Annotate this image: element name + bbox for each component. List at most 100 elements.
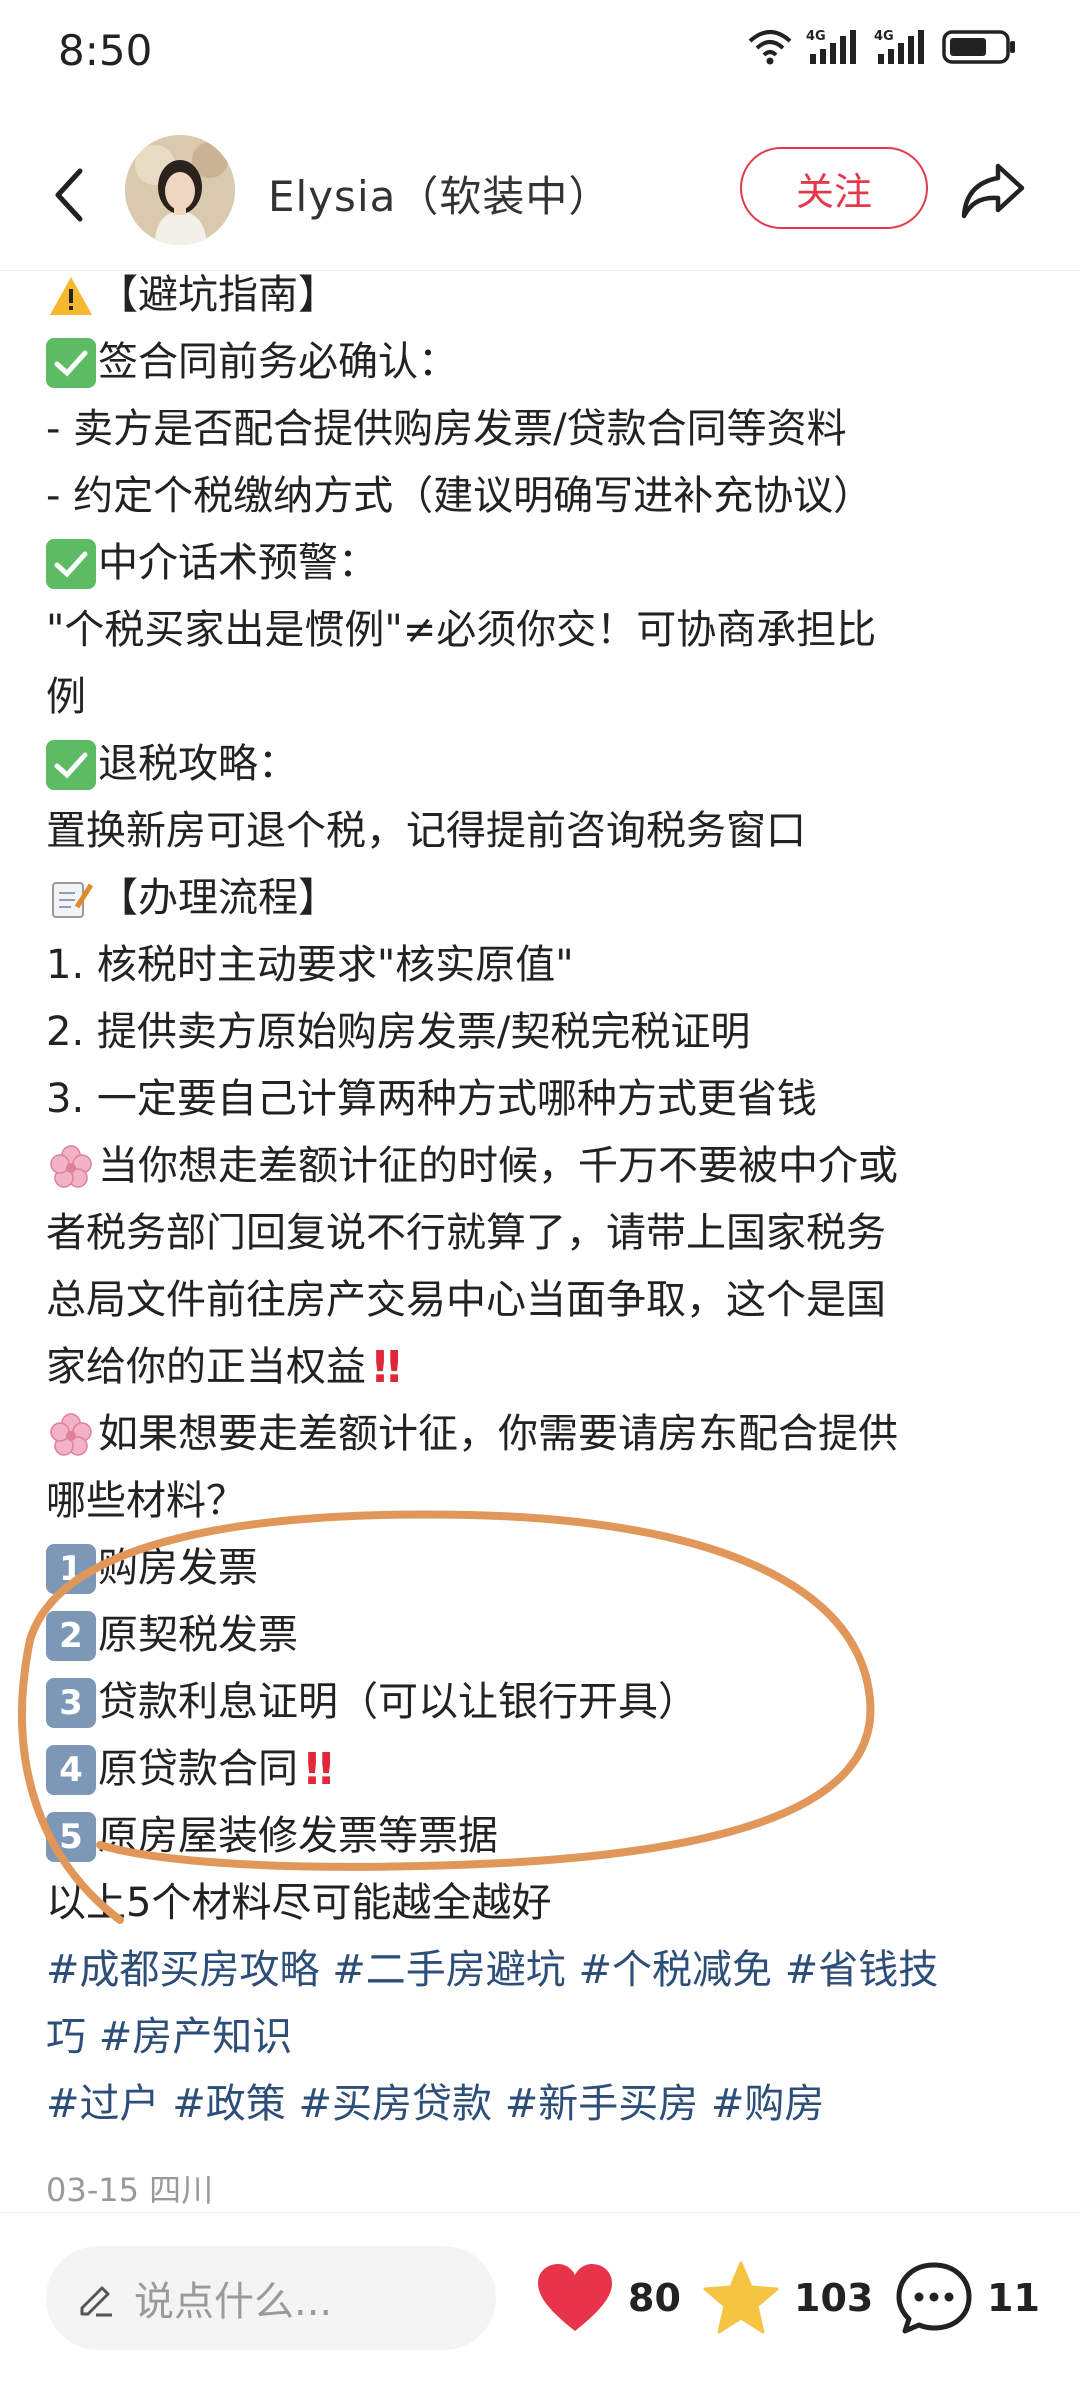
back-button[interactable] (40, 155, 100, 235)
comment-bubble-icon (896, 2262, 972, 2334)
keycap-two-icon: 2 (46, 1610, 96, 1661)
content-line-text: 总局文件前往房产交易中心当面争取，这个是国 (46, 1277, 886, 1323)
content-line-text: 3. 一定要自己计算两种方式哪种方式更省钱 (46, 1076, 817, 1122)
list-item-text: 购房发票 (98, 1545, 258, 1591)
content-line-text: 如果想要走差额计征，你需要请房东配合提供 (98, 1411, 898, 1457)
content-line: 当你想走差额计征的时候，千万不要被中介或 (46, 1133, 1046, 1200)
list-item: 1 购房发票 (46, 1535, 1046, 1602)
like-count: 80 (628, 2276, 681, 2320)
keycap-four-icon: 4 (46, 1744, 96, 1795)
content-line-text: 例 (46, 674, 86, 720)
content-line: 置换新房可退个税，记得提前咨询税务窗口 (46, 798, 1046, 865)
status-icons: 4G 4G (748, 28, 1018, 66)
note-detail-screen: 8:50 4G 4G Elysia（软装中） 关注 【避坑指南】 签合同前务必确… (0, 0, 1080, 2382)
content-line-text: - 约定个税缴纳方式（建议明确写进补充协议） (46, 473, 874, 519)
comment-input[interactable]: 说点什么... (46, 2246, 496, 2350)
signal-label: 4G (874, 29, 894, 44)
list-item-text: 原贷款合同 (98, 1746, 298, 1792)
double-exclamation-icon: !! (302, 1744, 336, 1795)
like-button[interactable]: 80 (536, 2256, 681, 2340)
content-line: 中介话术预警： (46, 530, 1046, 597)
chevron-left-icon (55, 168, 83, 222)
content-line: 哪些材料？ (46, 1468, 1046, 1535)
content-line: 1. 核税时主动要求"核实原值" (46, 932, 1046, 999)
content-line-text: 当你想走差额计征的时候，千万不要被中介或 (98, 1143, 898, 1189)
author-name[interactable]: Elysia（软装中） (268, 163, 611, 224)
content-line-text: 1. 核税时主动要求"核实原值" (46, 942, 574, 988)
avatar-image (125, 135, 235, 245)
hashtag-line[interactable]: #过户 #政策 #买房贷款 #新手买房 #购房 (46, 2071, 1046, 2138)
status-bar: 8:50 4G 4G (0, 0, 1080, 105)
list-item-text: 原房屋装修发票等票据 (98, 1813, 498, 1859)
content-line-text: - 卖方是否配合提供购房发票/贷款合同等资料 (46, 406, 847, 452)
content-line: 总局文件前往房产交易中心当面争取，这个是国 (46, 1267, 1046, 1334)
memo-icon (46, 874, 96, 924)
content-line: - 卖方是否配合提供购房发票/贷款合同等资料 (46, 396, 1046, 463)
double-exclamation-icon: !! (370, 1342, 404, 1393)
cherry-blossom-icon (46, 1410, 96, 1460)
pencil-icon (80, 2286, 112, 2317)
wifi-icon (748, 30, 792, 65)
battery-icon (942, 30, 1015, 64)
content-line: 签合同前务必确认： (46, 329, 1046, 396)
content-line-text: 家给你的正当权益 (46, 1344, 366, 1390)
bottom-divider (0, 2212, 1080, 2213)
avatar[interactable] (125, 135, 235, 245)
content-line-text: 退税攻略： (98, 741, 298, 787)
content-line: 3. 一定要自己计算两种方式哪种方式更省钱 (46, 1066, 1046, 1133)
hashtag-text[interactable]: #成都买房攻略 #二手房避坑 #个税减免 #省钱技 (46, 1937, 938, 2004)
favorite-button[interactable]: 103 (702, 2256, 873, 2340)
hashtag-line[interactable]: 巧 #房产知识 (46, 2004, 1046, 2071)
hashtag-line[interactable]: #成都买房攻略 #二手房避坑 #个税减免 #省钱技 (46, 1937, 1046, 2004)
content-line-text: 哪些材料？ (46, 1478, 246, 1524)
comment-count: 11 (987, 2276, 1040, 2320)
hashtag-text[interactable]: #过户 #政策 #买房贷款 #新手买房 #购房 (46, 2071, 824, 2138)
keycap-three-icon: 3 (46, 1677, 96, 1728)
content-line-text: 【避坑指南】 (98, 272, 338, 318)
note-header: Elysia（软装中） 关注 (0, 130, 1080, 270)
note-content: 【避坑指南】 签合同前务必确认： - 卖方是否配合提供购房发票/贷款合同等资料 … (46, 262, 1046, 2138)
status-time: 8:50 (58, 26, 153, 75)
check-mark-icon (46, 739, 96, 790)
signal-4g-icon: 4G (874, 29, 924, 64)
content-line-text: 2. 提供卖方原始购房发票/契税完税证明 (46, 1009, 751, 1055)
content-line: 退税攻略： (46, 731, 1046, 798)
content-line: 者税务部门回复说不行就算了，请带上国家税务 (46, 1200, 1046, 1267)
content-line: 如果想要走差额计征，你需要请房东配合提供 (46, 1401, 1046, 1468)
keycap-one-icon: 1 (46, 1543, 96, 1594)
cherry-blossom-icon (46, 1142, 96, 1192)
content-line: 家给你的正当权益!! (46, 1334, 1046, 1401)
content-line: 【办理流程】 (46, 865, 1046, 932)
list-item: 3 贷款利息证明（可以让银行开具） (46, 1669, 1046, 1736)
list-item: 5 原房屋装修发票等票据 (46, 1803, 1046, 1870)
content-line: - 约定个税缴纳方式（建议明确写进补充协议） (46, 463, 1046, 530)
comment-button[interactable]: 11 (895, 2256, 1040, 2340)
list-item: 4 原贷款合同!! (46, 1736, 1046, 1803)
warning-icon (46, 271, 96, 321)
list-item-text: 贷款利息证明（可以让银行开具） (98, 1679, 698, 1725)
content-line-text: "个税买家出是惯例"≠必须你交！可协商承担比 (46, 607, 877, 653)
check-mark-icon (46, 337, 96, 388)
keycap-five-icon: 5 (46, 1811, 96, 1862)
follow-button[interactable]: 关注 (740, 147, 928, 229)
content-line: 【避坑指南】 (46, 262, 1046, 329)
content-line-text: 【办理流程】 (98, 875, 338, 921)
content-line-text: 中介话术预警： (98, 540, 378, 586)
content-line: 2. 提供卖方原始购房发票/契税完税证明 (46, 999, 1046, 1066)
share-icon (961, 163, 1025, 219)
content-line-text: 签合同前务必确认： (98, 339, 458, 385)
share-button[interactable] (958, 158, 1028, 222)
heart-icon (538, 2264, 612, 2331)
star-icon (703, 2261, 779, 2334)
content-line: 例 (46, 664, 1046, 731)
list-item-text: 原契税发票 (98, 1612, 298, 1658)
content-line-text: 以上5个材料尽可能越全越好 (46, 1880, 552, 1926)
post-date-location: 03-15 四川 (46, 2171, 214, 2209)
favorite-count: 103 (794, 2276, 874, 2320)
signal-4g-icon: 4G (806, 29, 856, 64)
hashtag-text[interactable]: 巧 #房产知识 (46, 2004, 292, 2071)
comment-placeholder: 说点什么... (134, 2279, 333, 2325)
signal-label: 4G (806, 29, 826, 44)
list-item: 2 原契税发票 (46, 1602, 1046, 1669)
content-line-text: 者税务部门回复说不行就算了，请带上国家税务 (46, 1210, 886, 1256)
